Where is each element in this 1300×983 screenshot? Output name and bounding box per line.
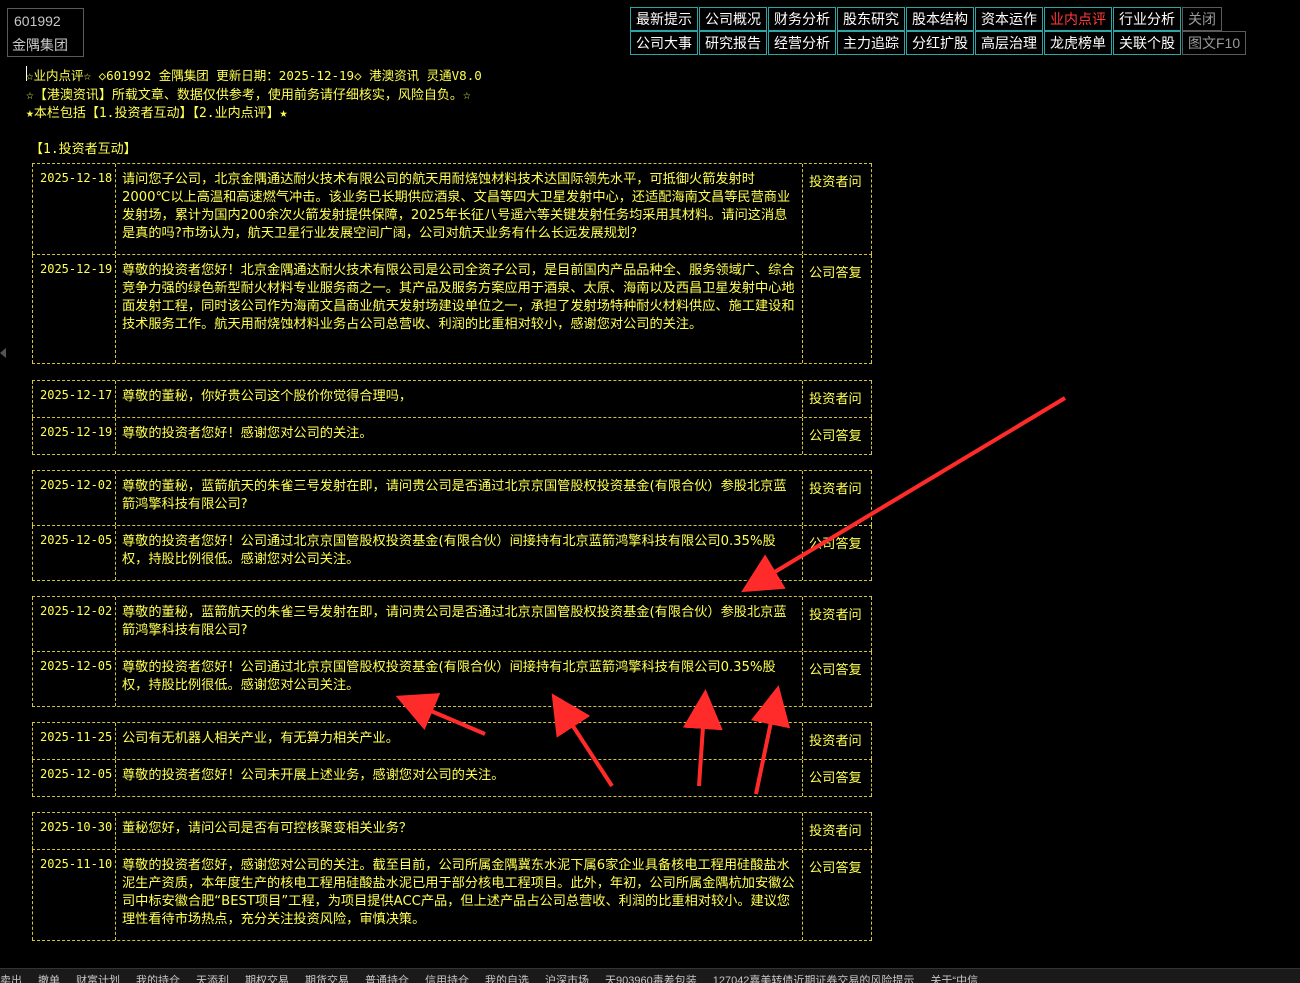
qa-row: 2025-12-02 尊敬的董秘，蓝箭航天的朱雀三号发射在即，请问贵公司是否通过北…: [32, 597, 872, 652]
qa-date: 2025-11-25: [32, 723, 116, 759]
qa-date: 2025-12-18: [32, 164, 116, 254]
tab-r1-5[interactable]: 资本运作: [975, 7, 1043, 31]
qa-text: 尊敬的投资者您好！公司未开展上述业务，感谢您对公司的关注。: [122, 768, 505, 783]
tab-r1-7[interactable]: 行业分析: [1113, 7, 1181, 31]
qa-text: 尊敬的投资者您好，感谢您对公司的关注。截至目前，公司所属金隅冀东水泥下属6家企业…: [122, 858, 795, 927]
tab-r1-8[interactable]: 关闭: [1182, 7, 1222, 31]
qa-role: 投资者问: [802, 723, 872, 759]
stock-code-box: 601992 金隅集团: [7, 8, 84, 57]
tab-r1-0[interactable]: 最新提示: [630, 7, 698, 31]
qa-text: 尊敬的董秘，蓝箭航天的朱雀三号发射在即，请问贵公司是否通过北京京国管股权投资基金…: [122, 479, 787, 512]
tab-r1-2[interactable]: 财务分析: [768, 7, 836, 31]
qa-date: 2025-12-17: [32, 381, 116, 417]
qa-row: 2025-11-10 尊敬的投资者您好，感谢您对公司的关注。截至目前，公司所属金隅…: [32, 850, 872, 940]
qa-row: 2025-12-05 尊敬的投资者您好！公司通过北京京国管股权投资基金(有限合伙）…: [32, 526, 872, 580]
qa-text: 尊敬的董秘，你好贵公司这个股价你觉得合理吗，: [122, 389, 413, 404]
qa-role: 公司答复: [802, 760, 872, 796]
qa-text: 尊敬的投资者您好！公司通过北京京国管股权投资基金(有限合伙）间接持有北京蓝箭鸿擎…: [122, 660, 776, 693]
qa-row: 2025-11-25 公司有无机器人相关产业，有无算力相关产业。 投资者问: [32, 723, 872, 760]
qa-date: 2025-11-10: [32, 850, 116, 940]
qa-role: 投资者问: [802, 597, 872, 651]
qa-date: 2025-12-05: [32, 652, 116, 706]
qa-block: 2025-12-17 尊敬的董秘，你好贵公司这个股价你觉得合理吗， 投资者问 2025…: [32, 380, 872, 455]
qa-role: 投资者问: [802, 471, 872, 525]
tab-r2-1[interactable]: 研究报告: [699, 31, 767, 55]
qa-row: 2025-12-19 尊敬的投资者您好！北京金隅通达耐火技术有限公司是公司全资子公…: [32, 255, 872, 363]
f10-tab-grid: 最新提示 公司概况 财务分析 股东研究 股本结构 资本运作 业内点评 行业分析 关闭 公司大事研…: [630, 7, 1247, 55]
header-line-disclaimer: ☆【港澳资讯】所载文章、数据仅供参考，使用前务请仔细核实，风险自负。☆: [26, 88, 471, 103]
stock-code: 601992: [14, 13, 61, 29]
qa-row: 2025-12-17 尊敬的董秘，你好贵公司这个股价你觉得合理吗， 投资者问: [32, 381, 872, 418]
qa-row: 2025-12-18 请问您子公司，北京金隅通达耐火技术有限公司的航天用耐烧蚀材料…: [32, 164, 872, 255]
header-line-contents: ★本栏包括【1.投资者互动】【2.业内点评】★: [26, 106, 288, 121]
qa-date: 2025-12-02: [32, 597, 116, 651]
qa-row: 2025-10-30 董秘您好，请问公司是否有可控核聚变相关业务？ 投资者问: [32, 813, 872, 850]
tab-r1-3[interactable]: 股东研究: [837, 7, 905, 31]
qa-text: 董秘您好，请问公司是否有可控核聚变相关业务？: [122, 821, 413, 836]
stock-name: 金隅集团: [12, 37, 68, 53]
tab-row-1: 最新提示 公司概况 财务分析 股东研究 股本结构 资本运作 业内点评 行业分析 关闭: [630, 7, 1247, 31]
qa-text: 公司有无机器人相关产业，有无算力相关产业。: [122, 731, 399, 746]
bottom-status-bar: 卖出 撤单 财富计划 我的持仓 天添利 期权交易 期货交易 普通持仓 信用持仓 我的自选 沪深市场天…: [0, 968, 1300, 983]
qa-block: 2025-11-25 公司有无机器人相关产业，有无算力相关产业。 投资者问 2025-…: [32, 722, 872, 797]
qa-role: 投资者问: [802, 813, 872, 849]
qa-role: 公司答复: [802, 255, 872, 363]
tab-r2-4[interactable]: 分红扩股: [906, 31, 974, 55]
qa-role: 公司答复: [802, 526, 872, 580]
qa-role: 投资者问: [802, 381, 872, 417]
qa-block: 2025-12-02 尊敬的董秘，蓝箭航天的朱雀三号发射在即，请问贵公司是否通过北…: [32, 596, 872, 707]
left-collapse-handle-icon[interactable]: [0, 348, 6, 358]
tab-r1-1[interactable]: 公司概况: [699, 7, 767, 31]
qa-date: 2025-12-19: [32, 418, 116, 454]
tab-r2-5[interactable]: 高层治理: [975, 31, 1043, 55]
qa-text: 请问您子公司，北京金隅通达耐火技术有限公司的航天用耐烧蚀材料技术达国际领先水平，…: [122, 172, 791, 241]
tab-r1-6[interactable]: 业内点评: [1044, 7, 1112, 31]
qa-role: 公司答复: [802, 652, 872, 706]
qa-date: 2025-12-05: [32, 526, 116, 580]
qa-role: 公司答复: [802, 418, 872, 454]
qa-role: 公司答复: [802, 850, 872, 940]
qa-text: 尊敬的投资者您好！北京金隅通达耐火技术有限公司是公司全资子公司，是目前国内产品品…: [122, 263, 795, 332]
qa-date: 2025-12-19: [32, 255, 116, 363]
qa-date: 2025-12-05: [32, 760, 116, 796]
tab-row-2: 公司大事 研究报告 经营分析 主力追踪 分红扩股 高层治理 龙虎榜单 关联个股 图文F10: [630, 31, 1247, 55]
tab-r1-4[interactable]: 股本结构: [906, 7, 974, 31]
qa-block: 2025-12-02 尊敬的董秘，蓝箭航天的朱雀三号发射在即，请问贵公司是否通过北…: [32, 470, 872, 581]
tab-r2-7[interactable]: 关联个股: [1113, 31, 1181, 55]
tab-r2-6[interactable]: 龙虎榜单: [1044, 31, 1112, 55]
qa-row: 2025-12-05 尊敬的投资者您好！公司未开展上述业务，感谢您对公司的关注。 公…: [32, 760, 872, 796]
qa-block: 2025-10-30 董秘您好，请问公司是否有可控核聚变相关业务？ 投资者问 2025…: [32, 812, 872, 941]
qa-row: 2025-12-05 尊敬的投资者您好！公司通过北京京国管股权投资基金(有限合伙）…: [32, 652, 872, 706]
qa-text: 尊敬的投资者您好！感谢您对公司的关注。: [122, 426, 373, 441]
qa-date: 2025-12-02: [32, 471, 116, 525]
qa-block: 2025-12-18 请问您子公司，北京金隅通达耐火技术有限公司的航天用耐烧蚀材料…: [32, 163, 872, 364]
header-line-title: ☆业内点评☆ ◇601992 金隅集团 更新日期：2025-12-19◇ 港澳资…: [26, 68, 482, 83]
tab-r2-2[interactable]: 经营分析: [768, 31, 836, 55]
tab-r2-8[interactable]: 图文F10: [1182, 31, 1247, 55]
qa-row: 2025-12-19 尊敬的投资者您好！感谢您对公司的关注。 公司答复: [32, 418, 872, 454]
qa-text: 尊敬的董秘，蓝箭航天的朱雀三号发射在即，请问贵公司是否通过北京京国管股权投资基金…: [122, 605, 787, 638]
tab-r2-3[interactable]: 主力追踪: [837, 31, 905, 55]
tab-r2-0[interactable]: 公司大事: [630, 31, 698, 55]
qa-text: 尊敬的投资者您好！公司通过北京京国管股权投资基金(有限合伙）间接持有北京蓝箭鸿擎…: [122, 534, 776, 567]
qa-date: 2025-10-30: [32, 813, 116, 849]
qa-row: 2025-12-02 尊敬的董秘，蓝箭航天的朱雀三号发射在即，请问贵公司是否通过北…: [32, 471, 872, 526]
qa-role: 投资者问: [802, 164, 872, 254]
section-title-investor-interaction: 【1.投资者互动】: [30, 142, 137, 157]
